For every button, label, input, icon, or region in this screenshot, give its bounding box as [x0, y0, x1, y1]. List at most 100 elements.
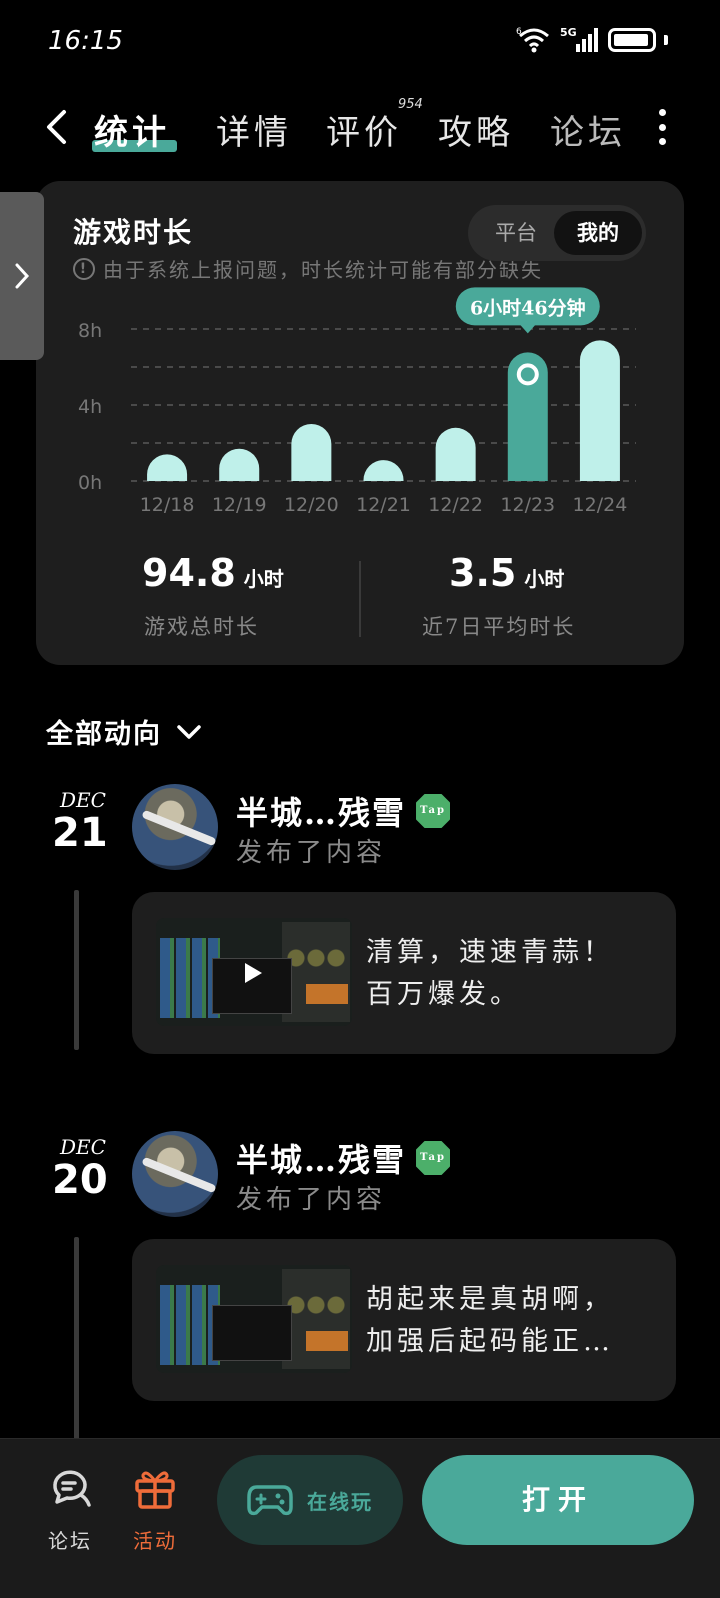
network-type-label: 5G — [560, 26, 577, 39]
play-online-button[interactable]: 在线玩 — [217, 1455, 403, 1545]
wifi-icon: 6 — [516, 27, 549, 53]
chevron-right-icon — [15, 263, 30, 289]
chart-tooltip-label: 6小时46分钟 — [470, 296, 586, 319]
status-bar: 16:15 6 5G — [0, 0, 720, 88]
thumb-highlight — [306, 1331, 348, 1351]
chart-x-tick: 12/23 — [500, 494, 555, 516]
more-options-button[interactable] — [656, 109, 668, 145]
username-text: 半城…残雪 — [236, 1141, 407, 1179]
chart-y-tick: 4h — [78, 396, 102, 418]
play-time-chart: 0h 4h 8h 12/18 12/19 12/20 12/21 12/22 12/23 6小时4… — [78, 287, 636, 516]
more-dot-icon — [658, 109, 666, 116]
chart-tooltip-pointer — [519, 324, 536, 334]
total-time-label: 游戏总时长 — [144, 615, 259, 639]
total-time-value: 94.8 — [142, 551, 236, 595]
chart-bar — [507, 352, 548, 481]
username-text: 半城…残雪 — [236, 794, 407, 832]
thumb-slots — [286, 948, 346, 968]
thumb-highlight — [306, 984, 348, 1004]
tap-verified-badge-icon: Tap — [416, 794, 451, 828]
bottom-action-bar: 论坛 活动 在线玩 打开 — [0, 1438, 720, 1598]
cellular-signal-icon: 5G — [560, 26, 598, 52]
play-online-label: 在线玩 — [307, 1489, 373, 1514]
chart-bar — [435, 427, 476, 481]
video-play-icon[interactable] — [236, 956, 270, 990]
username[interactable]: 半城…残雪 Tap — [236, 1135, 451, 1181]
chart-y-tick: 8h — [78, 320, 102, 342]
chart-x-tick: 12/20 — [284, 494, 339, 516]
post-thumbnail[interactable] — [156, 918, 352, 1026]
avg-time-unit: 小时 — [524, 567, 565, 591]
activity-label: 活动 — [133, 1529, 177, 1553]
more-dot-icon — [658, 123, 666, 131]
chart-bar — [219, 448, 260, 481]
battery-tip — [664, 35, 668, 45]
avatar[interactable] — [132, 784, 218, 870]
tab-forum[interactable]: 论坛 — [550, 105, 626, 154]
open-game-button[interactable]: 打开 — [422, 1455, 694, 1545]
post-card[interactable]: 胡起来是真胡啊， 加强后起码能正… — [132, 1239, 676, 1401]
feed-filter-label: 全部动向 — [46, 719, 162, 750]
more-dot-icon — [658, 138, 666, 145]
thumb-panel — [282, 922, 350, 1022]
chart-x-tick: 12/22 — [428, 494, 483, 516]
back-button[interactable] — [36, 103, 76, 151]
chart-x-tick: 12/19 — [212, 494, 267, 516]
timeline-line — [74, 890, 79, 1050]
forum-label: 论坛 — [48, 1529, 92, 1553]
thumb-panel — [282, 1269, 350, 1369]
stat-divider — [359, 561, 361, 637]
total-time-stat: 94.8 小时 — [142, 551, 284, 595]
username[interactable]: 半城…残雪 Tap — [236, 788, 451, 834]
chevron-down-icon — [177, 724, 201, 739]
gift-icon — [135, 1471, 175, 1509]
post-thumbnail[interactable] — [156, 1265, 352, 1373]
total-time-unit: 小时 — [243, 567, 284, 591]
reviews-count-badge: 954 — [398, 97, 423, 112]
status-icons: 6 5G — [516, 26, 668, 54]
chevron-left-icon — [47, 110, 66, 144]
entry-action: 发布了内容 — [236, 1185, 387, 1215]
tab-details[interactable]: 详情 — [216, 105, 292, 154]
post-text: 胡起来是真胡啊， 加强后起码能正… — [366, 1284, 614, 1357]
entry-action: 发布了内容 — [236, 838, 387, 868]
tap-verified-badge-icon: Tap — [416, 1141, 451, 1175]
chat-bubble-icon — [53, 1470, 91, 1507]
avatar[interactable] — [132, 1131, 218, 1217]
play-time-card: 游戏时长 ! 由于系统上报问题，时长统计可能有部分缺失 平台 我的 0h 4h 8h… — [36, 181, 684, 665]
gamepad-icon — [247, 1485, 293, 1516]
tab-reviews[interactable]: 评价 — [326, 105, 402, 154]
tab-guides[interactable]: 攻略 — [438, 105, 514, 154]
thumb-inventory — [160, 1285, 220, 1365]
chart-y-tick: 0h — [78, 472, 102, 494]
timeline-line — [74, 1237, 79, 1447]
tab-header: 统计 详情 评价 954 攻略 论坛 — [0, 95, 720, 165]
battery-icon — [608, 28, 656, 52]
entry-month: DEC — [60, 1135, 106, 1159]
chart-bar — [579, 340, 620, 481]
avg-time-stat: 3.5 小时 — [449, 551, 564, 595]
chart-bar — [363, 460, 404, 481]
thumb-popup — [212, 1305, 292, 1361]
wifi-sub-label: 6 — [516, 27, 522, 37]
chart-bar — [147, 454, 188, 481]
post-text: 清算，速速青蒜！ 百万爆发。 — [366, 937, 614, 1010]
entry-day: 21 — [52, 810, 108, 856]
chart-x-tick: 12/18 — [140, 494, 195, 516]
side-drawer-handle[interactable] — [0, 192, 44, 360]
activity-button[interactable]: 活动 — [125, 1465, 185, 1554]
chart-bar — [291, 424, 332, 481]
avg-time-value: 3.5 — [449, 551, 517, 595]
entry-day: 20 — [52, 1157, 108, 1203]
tab-stats[interactable]: 统计 — [94, 105, 170, 154]
avg-time-label: 近7日平均时长 — [422, 615, 576, 639]
thumb-inventory — [160, 938, 220, 1018]
chart-x-tick: 12/21 — [356, 494, 411, 516]
feed-filter-dropdown[interactable]: 全部动向 — [46, 712, 202, 751]
status-time: 16:15 — [48, 26, 123, 56]
forum-button[interactable]: 论坛 — [40, 1465, 100, 1554]
thumb-slots — [286, 1295, 346, 1315]
entry-month: DEC — [60, 788, 106, 812]
post-card[interactable]: 清算，速速青蒜！ 百万爆发。 — [132, 892, 676, 1054]
chart-x-tick: 12/24 — [573, 494, 628, 516]
